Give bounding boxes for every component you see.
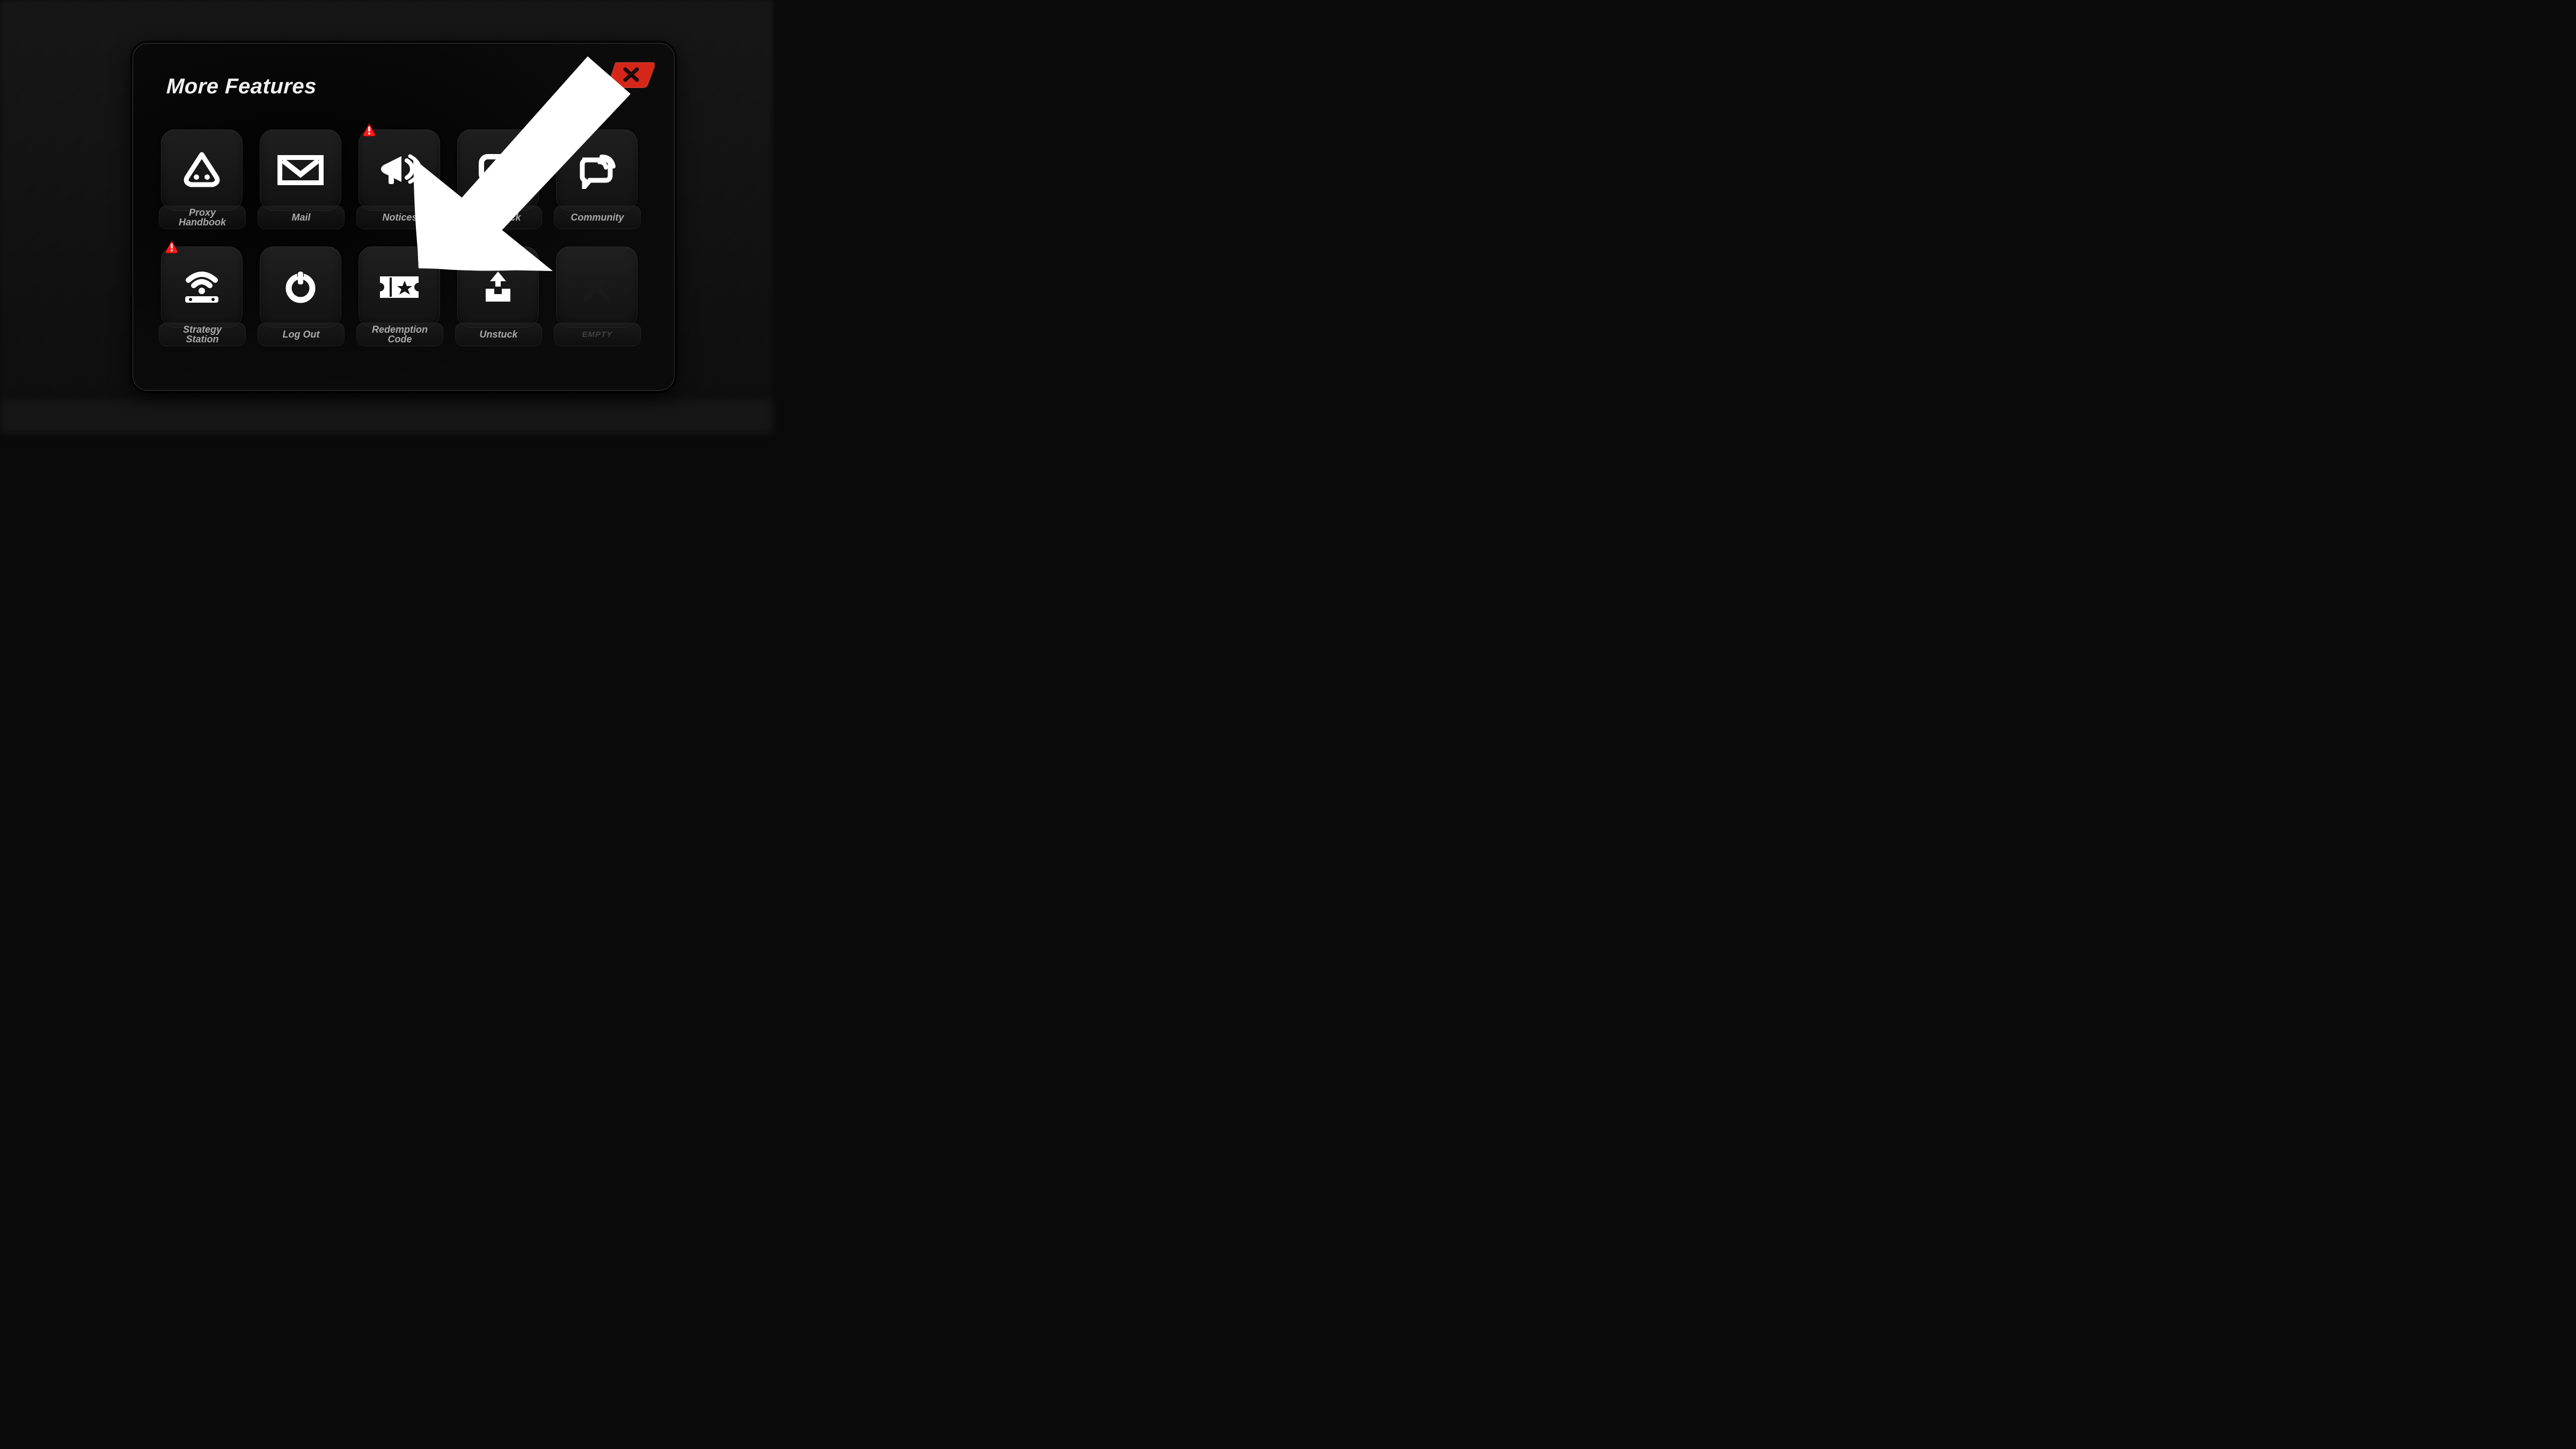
tile-label: Mail xyxy=(291,213,310,222)
tile-surface xyxy=(161,246,243,328)
unstuck-icon xyxy=(480,269,516,305)
tile-surface xyxy=(260,246,341,328)
tile-notices[interactable]: Notices xyxy=(356,124,443,229)
tile-label: Feedback xyxy=(476,213,521,222)
tile-label-wrap: Mail xyxy=(258,206,345,229)
tile-log-out[interactable]: Log Out xyxy=(258,241,345,346)
tile-surface xyxy=(260,129,341,211)
tile-label: Proxy Handbook xyxy=(179,208,226,227)
ticket-icon xyxy=(376,272,423,302)
tile-label-wrap: Strategy Station xyxy=(159,323,246,346)
notification-badge xyxy=(164,239,179,254)
tile-unstuck[interactable]: Unstuck xyxy=(455,241,542,346)
tile-label: Strategy Station xyxy=(183,325,222,344)
x-slot-icon xyxy=(580,270,613,304)
tile-surface xyxy=(457,129,539,211)
tile-label-wrap: Community xyxy=(554,206,641,229)
notification-badge xyxy=(362,122,377,137)
tile-label: EMPTY xyxy=(582,331,613,339)
tile-label-wrap: Unstuck xyxy=(455,323,542,346)
tile-surface xyxy=(358,246,440,328)
feedback-icon xyxy=(477,152,519,188)
close-icon xyxy=(608,61,655,89)
mail-icon xyxy=(277,155,324,185)
tile-empty-slot[interactable]: EMPTY xyxy=(554,241,641,346)
tile-label: Notices xyxy=(382,213,417,222)
tile-surface xyxy=(556,246,638,328)
tile-label-wrap: Feedback xyxy=(455,206,542,229)
modal-title: More Features xyxy=(166,75,317,99)
megaphone-icon xyxy=(377,153,422,187)
tile-label-wrap: EMPTY xyxy=(554,323,641,346)
tile-label-wrap: Log Out xyxy=(258,323,345,346)
wifi-station-icon xyxy=(180,269,224,305)
tile-label: Redemption Code xyxy=(372,325,428,344)
tile-mail[interactable]: Mail xyxy=(258,124,345,229)
tile-surface xyxy=(161,129,243,211)
tile-label-wrap: Proxy Handbook xyxy=(159,206,246,229)
tile-label-wrap: Redemption Code xyxy=(356,323,443,346)
tile-surface xyxy=(556,129,638,211)
community-icon xyxy=(576,151,618,189)
tile-redemption-code[interactable]: Redemption Code xyxy=(356,241,443,346)
tile-proxy-handbook[interactable]: Proxy Handbook xyxy=(159,124,246,229)
tile-surface xyxy=(457,246,539,328)
proxy-handbook-icon xyxy=(180,151,223,189)
tile-surface xyxy=(358,129,440,211)
more-features-modal: More Features xyxy=(133,43,675,391)
close-button[interactable] xyxy=(608,61,655,89)
tile-strategy-station[interactable]: Strategy Station xyxy=(159,241,246,346)
tile-feedback[interactable]: Feedback xyxy=(455,124,542,229)
tile-label: Unstuck xyxy=(479,330,517,339)
features-grid: Proxy Handbook Mail xyxy=(159,124,641,346)
tile-label-wrap: Notices xyxy=(356,206,443,229)
tile-label: Community xyxy=(571,213,624,222)
tile-label: Log Out xyxy=(283,330,320,339)
power-icon xyxy=(283,269,318,305)
tile-community[interactable]: Community xyxy=(554,124,641,229)
